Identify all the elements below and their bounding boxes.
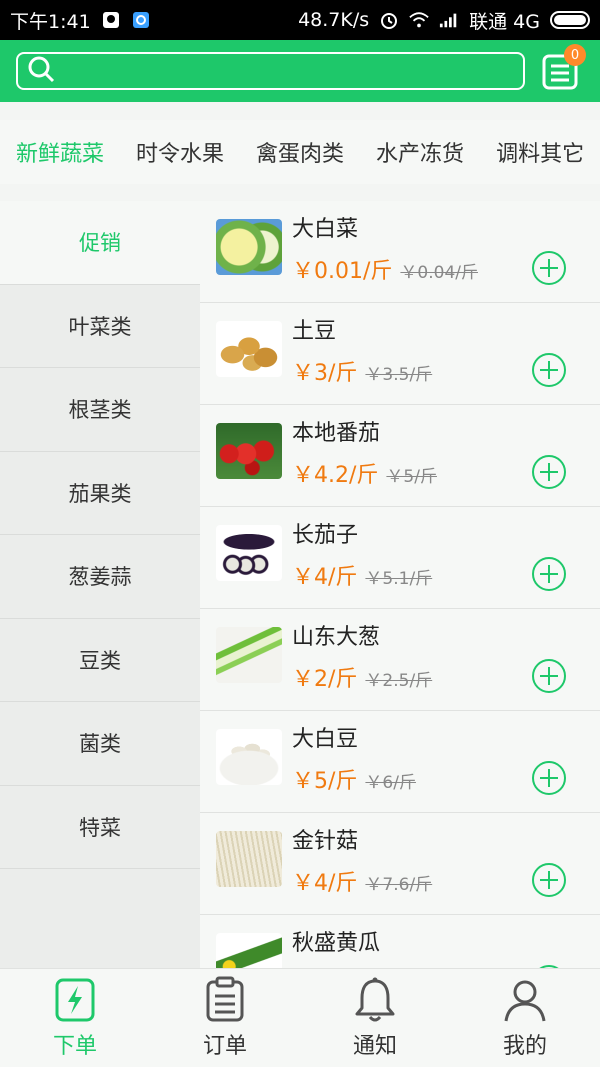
search-bar[interactable] bbox=[16, 52, 525, 90]
product-name: 大白豆 bbox=[292, 727, 359, 752]
cart-count-badge: 0 bbox=[564, 44, 586, 66]
product-list: 大白菜 ￥0.01/斤 ￥0.04/斤 土豆 ￥3/斤 ￥3.5/斤 本地番茄 ￥4… bbox=[200, 201, 600, 968]
person-icon bbox=[501, 976, 549, 1024]
product-item[interactable]: 秋盛黄瓜 bbox=[200, 915, 600, 968]
search-icon bbox=[26, 54, 56, 88]
product-name: 金针菇 bbox=[292, 829, 359, 854]
product-item[interactable]: 金针菇 ￥4/斤 ￥7.6/斤 bbox=[200, 813, 600, 915]
nav-profile-button[interactable]: 我的 bbox=[450, 969, 600, 1067]
product-price: ￥4/斤 bbox=[292, 871, 358, 896]
add-to-cart-button[interactable] bbox=[532, 557, 566, 591]
product-item[interactable]: 长茄子 ￥4/斤 ￥5.1/斤 bbox=[200, 507, 600, 609]
product-old-price: ￥5.1/斤 bbox=[365, 569, 433, 589]
tab-seasonal-fruits[interactable]: 时令水果 bbox=[120, 136, 240, 168]
status-time: 下午1:41 bbox=[10, 10, 91, 33]
add-to-cart-button[interactable] bbox=[532, 251, 566, 285]
nav-profile-label: 我的 bbox=[502, 1034, 547, 1059]
lightning-note-icon bbox=[51, 976, 99, 1024]
nav-orders-label: 订单 bbox=[202, 1034, 247, 1059]
app-header: 0 bbox=[0, 40, 600, 102]
bell-icon bbox=[351, 976, 399, 1024]
tab-poultry-eggs-meat[interactable]: 禽蛋肉类 bbox=[240, 136, 360, 168]
carrier-label: 联通 4G bbox=[469, 10, 540, 33]
product-price: ￥5/斤 bbox=[292, 769, 358, 794]
tab-fresh-vegetables[interactable]: 新鲜蔬菜 bbox=[0, 136, 120, 168]
product-old-price: ￥0.04/斤 bbox=[400, 263, 478, 283]
sidebar-item-root[interactable]: 根茎类 bbox=[0, 368, 200, 452]
sidebar-item-promotion[interactable]: 促销 bbox=[0, 201, 200, 285]
search-input[interactable] bbox=[64, 60, 523, 82]
battery-icon bbox=[550, 11, 590, 29]
nav-orders-button[interactable]: 订单 bbox=[150, 969, 300, 1067]
wifi-icon bbox=[409, 10, 429, 30]
qq-icon bbox=[101, 10, 121, 30]
add-to-cart-button[interactable] bbox=[532, 863, 566, 897]
product-price: ￥4.2/斤 bbox=[292, 463, 379, 488]
signal-icon bbox=[439, 10, 459, 30]
product-image-white-beans bbox=[216, 729, 282, 785]
product-image-tomato bbox=[216, 423, 282, 479]
subcategory-sidebar: 促销 叶菜类 根茎类 茄果类 葱姜蒜 豆类 菌类 特菜 bbox=[0, 201, 200, 968]
tab-seafood-frozen[interactable]: 水产冻货 bbox=[360, 136, 480, 168]
add-to-cart-button[interactable] bbox=[532, 353, 566, 387]
product-image-scallion bbox=[216, 627, 282, 683]
add-to-cart-button[interactable] bbox=[532, 455, 566, 489]
product-price: ￥2/斤 bbox=[292, 667, 358, 692]
nav-order-label: 下单 bbox=[52, 1034, 97, 1059]
status-bar: 下午1:41 48.7K/s 联通 4G bbox=[0, 0, 600, 40]
product-item[interactable]: 土豆 ￥3/斤 ￥3.5/斤 bbox=[200, 303, 600, 405]
product-name: 本地番茄 bbox=[292, 421, 381, 446]
clipboard-icon bbox=[201, 976, 249, 1024]
sidebar-item-mushrooms[interactable]: 菌类 bbox=[0, 702, 200, 786]
nav-notifications-button[interactable]: 通知 bbox=[300, 969, 450, 1067]
product-name: 大白菜 bbox=[292, 217, 359, 242]
product-price: ￥0.01/斤 bbox=[292, 259, 393, 284]
shopping-list-icon bbox=[540, 54, 580, 96]
sidebar-item-leafy[interactable]: 叶菜类 bbox=[0, 285, 200, 368]
product-item[interactable]: 本地番茄 ￥4.2/斤 ￥5/斤 bbox=[200, 405, 600, 507]
product-name: 土豆 bbox=[292, 319, 337, 344]
product-item[interactable]: 大白豆 ￥5/斤 ￥6/斤 bbox=[200, 711, 600, 813]
product-item[interactable]: 山东大葱 ￥2/斤 ￥2.5/斤 bbox=[200, 609, 600, 711]
product-old-price: ￥2.5/斤 bbox=[365, 671, 433, 691]
product-name: 山东大葱 bbox=[292, 625, 381, 650]
tab-seasonings-other[interactable]: 调料其它 bbox=[480, 136, 600, 168]
shopping-list-button[interactable]: 0 bbox=[540, 44, 586, 92]
product-old-price: ￥7.6/斤 bbox=[365, 875, 433, 895]
add-to-cart-button[interactable] bbox=[532, 761, 566, 795]
product-image-cucumber bbox=[216, 933, 282, 968]
product-image-enoki bbox=[216, 831, 282, 887]
product-old-price: ￥5/斤 bbox=[386, 467, 437, 487]
sidebar-item-specialty[interactable]: 特菜 bbox=[0, 786, 200, 869]
product-image-eggplant bbox=[216, 525, 282, 581]
alarm-icon bbox=[379, 10, 399, 30]
product-name: 长茄子 bbox=[292, 523, 359, 548]
network-speed: 48.7K/s bbox=[298, 9, 370, 31]
product-name: 秋盛黄瓜 bbox=[292, 931, 381, 956]
product-price: ￥3/斤 bbox=[292, 361, 358, 386]
sidebar-item-beans[interactable]: 豆类 bbox=[0, 619, 200, 702]
category-tabs: 新鲜蔬菜 时令水果 禽蛋肉类 水产冻货 调料其它 bbox=[0, 120, 600, 184]
nav-order-button[interactable]: 下单 bbox=[0, 969, 150, 1067]
app-notification-icon bbox=[131, 10, 151, 30]
product-old-price: ￥6/斤 bbox=[365, 773, 416, 793]
product-item[interactable]: 大白菜 ￥0.01/斤 ￥0.04/斤 bbox=[200, 201, 600, 303]
sidebar-item-fruit-veg[interactable]: 茄果类 bbox=[0, 452, 200, 535]
product-old-price: ￥3.5/斤 bbox=[365, 365, 433, 385]
bottom-navigation: 下单 订单 通知 我的 bbox=[0, 968, 600, 1067]
sidebar-item-onion-ginger-garlic[interactable]: 葱姜蒜 bbox=[0, 535, 200, 619]
nav-notifications-label: 通知 bbox=[352, 1034, 397, 1059]
product-price: ￥4/斤 bbox=[292, 565, 358, 590]
product-image-cabbage bbox=[216, 219, 282, 275]
add-to-cart-button[interactable] bbox=[532, 659, 566, 693]
product-image-potato bbox=[216, 321, 282, 377]
